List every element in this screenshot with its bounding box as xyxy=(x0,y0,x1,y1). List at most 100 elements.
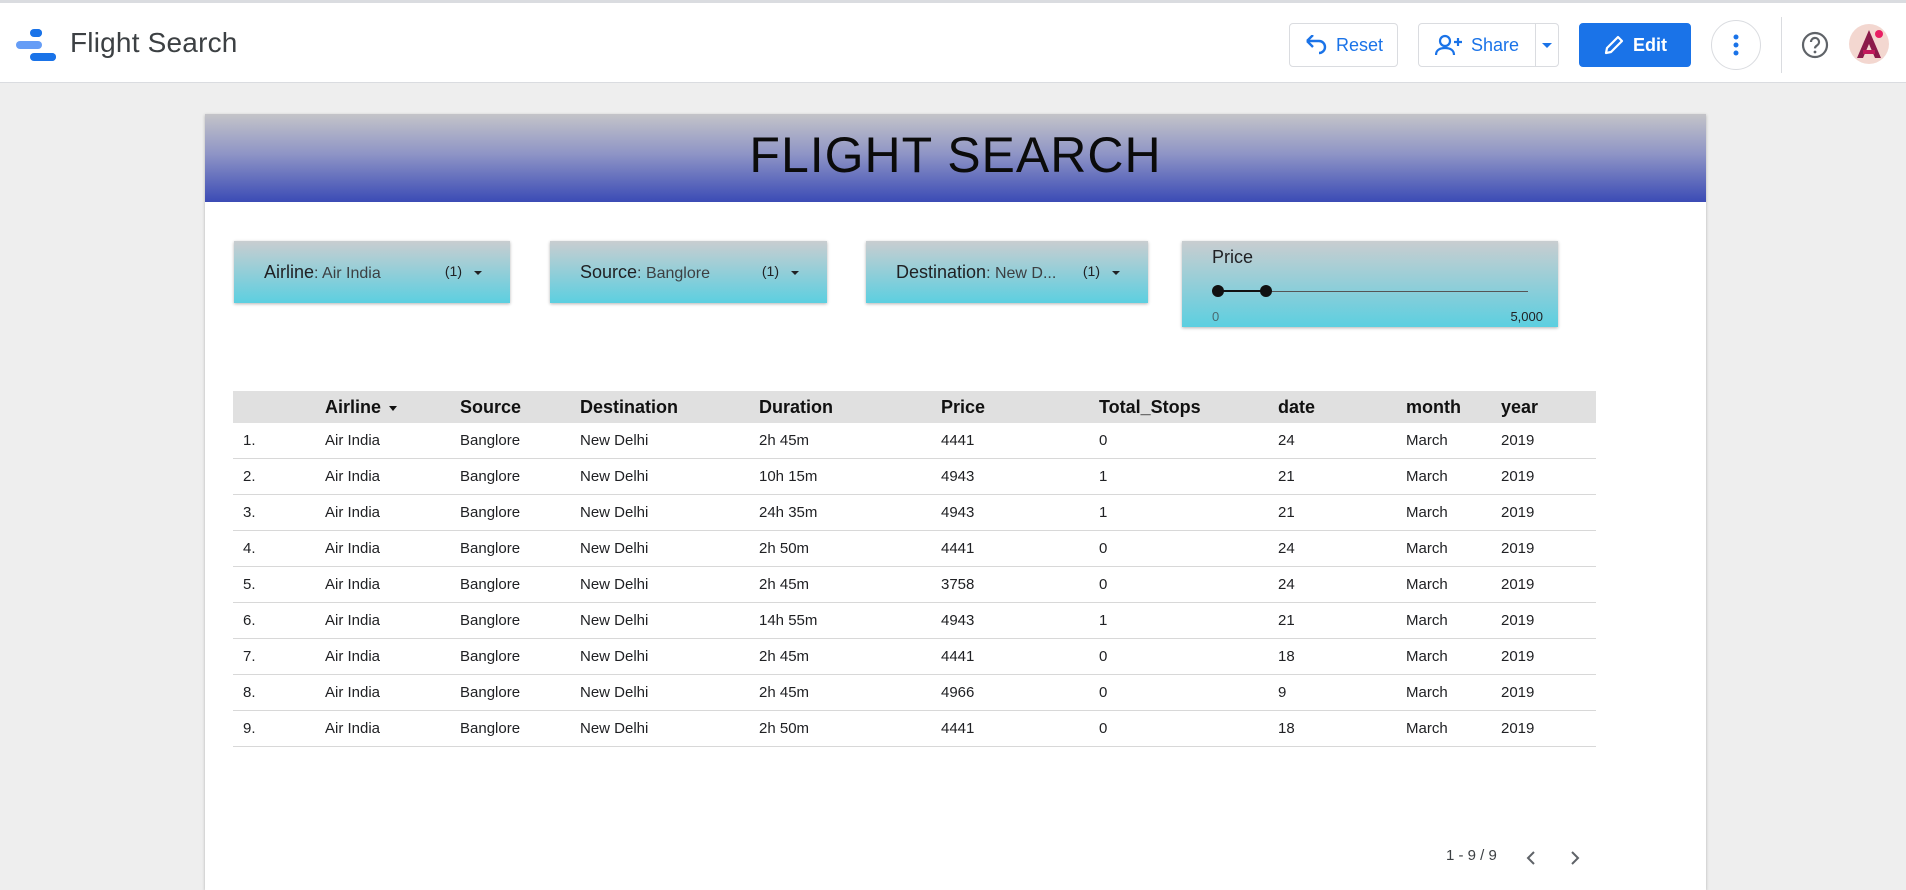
column-header-destination[interactable]: Destination xyxy=(580,397,678,418)
pagination-label: 1 - 9 / 9 xyxy=(1446,847,1497,864)
reset-button[interactable]: Reset xyxy=(1289,23,1398,67)
toolbar-divider xyxy=(1781,17,1782,73)
cell-price: 4441 xyxy=(941,432,975,449)
cell-price: 3758 xyxy=(941,576,975,593)
report-title: Flight Search xyxy=(70,27,238,58)
cell-duration: 2h 50m xyxy=(759,720,810,737)
cell-month: March xyxy=(1406,540,1448,557)
destination-filter-control[interactable]: Destination: New D... (1) xyxy=(866,241,1148,303)
cell-total-stops: 0 xyxy=(1099,576,1108,593)
more-options-button[interactable] xyxy=(1711,20,1761,70)
slider-max-handle[interactable] xyxy=(1259,285,1272,297)
row-index: 5. xyxy=(243,576,256,593)
filter-label: Airline xyxy=(264,262,315,282)
dropdown-arrow-icon xyxy=(1112,271,1120,275)
cell-total-stops: 0 xyxy=(1099,684,1108,701)
cell-year: 2019 xyxy=(1501,504,1535,521)
row-index: 4. xyxy=(243,540,256,557)
sort-desc-icon xyxy=(389,405,398,411)
airline-filter-control[interactable]: Airline: Air India (1) xyxy=(234,241,510,303)
table-row[interactable]: 8. Air India Banglore New Delhi 2h 45m 4966 0 9… xyxy=(233,675,1596,711)
row-index: 1. xyxy=(243,432,256,449)
cell-destination: New Delhi xyxy=(580,720,649,737)
table-header: Airline Source Destination Duration Pric… xyxy=(233,391,1596,423)
cell-airline: Air India xyxy=(325,432,381,449)
cell-total-stops: 0 xyxy=(1099,720,1108,737)
row-index: 3. xyxy=(243,504,256,521)
table-row[interactable]: 7. Air India Banglore New Delhi 2h 45m 4441 0 1… xyxy=(233,639,1596,675)
column-header-source[interactable]: Source xyxy=(460,397,521,418)
table-row[interactable]: 5. Air India Banglore New Delhi 2h 45m 3758 0 2… xyxy=(233,567,1596,603)
table-row[interactable]: 6. Air India Banglore New Delhi 14h 55m 4943 1… xyxy=(233,603,1596,639)
cell-price: 4441 xyxy=(941,540,975,557)
cell-year: 2019 xyxy=(1501,648,1535,665)
cell-year: 2019 xyxy=(1501,576,1535,593)
table-body: 1. Air India Banglore New Delhi 2h 45m 4441 0 2… xyxy=(233,423,1596,747)
cell-airline: Air India xyxy=(325,612,381,629)
cell-month: March xyxy=(1406,648,1448,665)
filter-count: (1) xyxy=(761,263,779,279)
cell-airline: Air India xyxy=(325,648,381,665)
column-header-year[interactable]: year xyxy=(1501,397,1538,418)
cell-destination: New Delhi xyxy=(580,504,649,521)
cell-duration: 14h 55m xyxy=(759,612,818,629)
cell-date: 21 xyxy=(1278,504,1295,521)
cell-source: Banglore xyxy=(460,468,521,485)
table-row[interactable]: 2. Air India Banglore New Delhi 10h 15m 4943 1… xyxy=(233,459,1596,495)
share-button[interactable]: Share xyxy=(1418,23,1536,67)
flights-table: Airline Source Destination Duration Pric… xyxy=(233,391,1596,747)
filter-count: (1) xyxy=(444,263,462,279)
cell-source: Banglore xyxy=(460,504,521,521)
cell-date: 21 xyxy=(1278,612,1295,629)
row-index: 9. xyxy=(243,720,256,737)
cell-month: March xyxy=(1406,432,1448,449)
cell-airline: Air India xyxy=(325,576,381,593)
filter-label: Destination xyxy=(896,262,987,282)
cell-total-stops: 0 xyxy=(1099,432,1108,449)
chevron-right-icon[interactable] xyxy=(1567,850,1583,866)
dropdown-arrow-icon xyxy=(791,271,799,275)
avatar-image-icon xyxy=(1857,30,1883,58)
cell-destination: New Delhi xyxy=(580,612,649,629)
edit-button[interactable]: Edit xyxy=(1579,23,1691,67)
cell-airline: Air India xyxy=(325,720,381,737)
column-header-month[interactable]: month xyxy=(1406,397,1461,418)
cell-price: 4966 xyxy=(941,684,975,701)
cell-destination: New Delhi xyxy=(580,684,649,701)
table-row[interactable]: 1. Air India Banglore New Delhi 2h 45m 4441 0 2… xyxy=(233,423,1596,459)
filter-count: (1) xyxy=(1082,263,1100,279)
cell-airline: Air India xyxy=(325,504,381,521)
cell-year: 2019 xyxy=(1501,612,1535,629)
cell-total-stops: 1 xyxy=(1099,504,1108,521)
help-icon[interactable] xyxy=(1801,31,1829,59)
slider-max-label: 5,000 xyxy=(1510,309,1543,324)
undo-icon xyxy=(1306,35,1327,55)
cell-source: Banglore xyxy=(460,720,521,737)
cell-source: Banglore xyxy=(460,684,521,701)
reset-label: Reset xyxy=(1335,34,1384,55)
column-header-duration[interactable]: Duration xyxy=(759,397,833,418)
cell-total-stops: 0 xyxy=(1099,648,1108,665)
cell-date: 18 xyxy=(1278,720,1295,737)
user-avatar[interactable] xyxy=(1849,24,1889,64)
table-row[interactable]: 4. Air India Banglore New Delhi 2h 50m 4441 0 2… xyxy=(233,531,1596,567)
share-dropdown-button[interactable] xyxy=(1535,23,1559,67)
add-person-icon xyxy=(1434,34,1462,56)
row-index: 8. xyxy=(243,684,256,701)
cell-total-stops: 1 xyxy=(1099,612,1108,629)
slider-min-handle[interactable] xyxy=(1212,285,1224,297)
dropdown-arrow-icon xyxy=(474,271,482,275)
table-row[interactable]: 3. Air India Banglore New Delhi 24h 35m 4943 1… xyxy=(233,495,1596,531)
table-row[interactable]: 9. Air India Banglore New Delhi 2h 50m 4441 0 1… xyxy=(233,711,1596,747)
column-header-date[interactable]: date xyxy=(1278,397,1315,418)
price-slider-label: Price xyxy=(1212,247,1254,267)
cell-total-stops: 0 xyxy=(1099,540,1108,557)
cell-airline: Air India xyxy=(325,468,381,485)
chevron-left-icon[interactable] xyxy=(1523,850,1539,866)
column-header-airline[interactable]: Airline xyxy=(325,397,398,418)
column-header-price[interactable]: Price xyxy=(941,397,985,418)
data-studio-logo-icon[interactable] xyxy=(16,27,56,63)
column-header-total-stops[interactable]: Total_Stops xyxy=(1099,397,1201,418)
source-filter-control[interactable]: Source: Banglore (1) xyxy=(550,241,827,303)
cell-source: Banglore xyxy=(460,576,521,593)
